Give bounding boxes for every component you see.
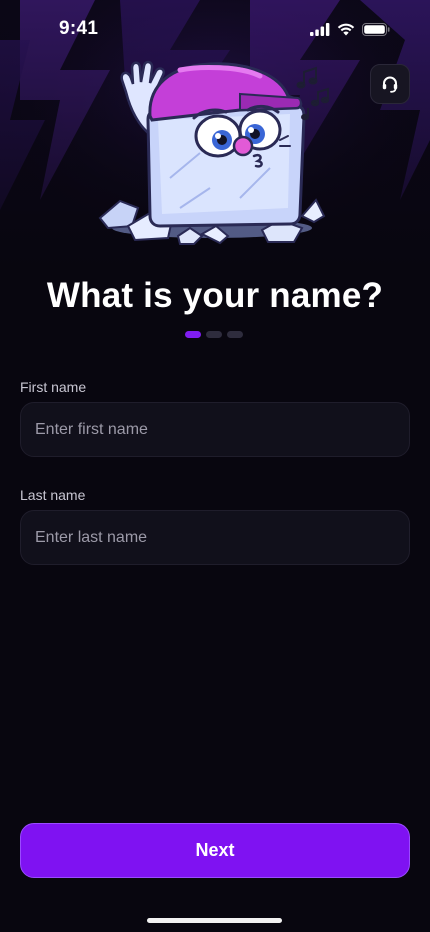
progress-indicator — [185, 331, 243, 338]
status-icons — [310, 21, 390, 37]
first-name-field[interactable] — [20, 402, 410, 457]
last-name-field[interactable] — [20, 510, 410, 565]
first-name-label: First name — [20, 379, 87, 395]
wifi-icon — [337, 23, 355, 35]
name-entry-screen: 9:41 What is your name? First name Enter… — [0, 0, 430, 932]
page-title: What is your name? — [46, 276, 384, 315]
next-button[interactable]: Next — [20, 823, 410, 878]
status-time: 9:41 — [59, 18, 99, 39]
support-button[interactable] — [370, 64, 410, 104]
progress-dot-1 — [185, 331, 201, 338]
headset-icon — [382, 76, 398, 93]
battery-icon — [362, 22, 390, 36]
last-name-label: Last name — [20, 487, 86, 503]
progress-dot-2 — [206, 331, 222, 338]
progress-dot-3 — [227, 331, 243, 338]
ice-cube-mascot-icon — [98, 60, 330, 245]
status-bar: 9:41 — [0, 0, 430, 56]
cellular-signal-icon — [310, 22, 330, 36]
home-indicator — [147, 918, 282, 923]
